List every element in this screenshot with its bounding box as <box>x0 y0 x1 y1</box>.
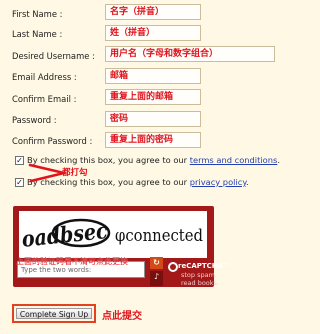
password-field[interactable]: 密码 <box>105 111 201 127</box>
email-hint: 邮箱 <box>110 71 129 81</box>
captcha-word-2: φconnected <box>115 226 203 246</box>
recaptcha-tagline-1: stop spam. <box>181 271 217 279</box>
confirm-email-label: Confirm Email : <box>12 94 77 104</box>
password-hint: 密码 <box>110 114 129 124</box>
last-name-label: Last Name : <box>12 29 63 39</box>
email-field[interactable]: 邮箱 <box>105 68 201 84</box>
captcha-distorted-text: oadbsec φconnected <box>21 218 204 253</box>
captcha-input-placeholder: Type the two words: <box>21 266 92 274</box>
first-name-label: First Name : <box>12 9 63 19</box>
terms-checkbox[interactable]: ✓ <box>15 156 24 165</box>
confirm-email-hint: 重复上面的邮箱 <box>110 92 174 102</box>
confirm-email-field[interactable]: 重复上面的邮箱 <box>105 89 201 105</box>
complete-signup-button[interactable]: Complete Sign Up <box>16 308 92 319</box>
username-hint: 用户名（字母和数字组合） <box>110 49 219 59</box>
recaptcha-logo-icon <box>168 262 178 272</box>
confirm-password-label: Confirm Password : <box>12 136 93 146</box>
first-name-hint: 名字（拼音） <box>110 7 165 17</box>
recaptcha-brand: reCAPTCHA™ <box>178 262 231 270</box>
recaptcha-tagline-2: read books. <box>181 279 220 287</box>
username-label: Desired Username : <box>12 51 95 61</box>
captcha-image: oadbsec φconnected <box>19 211 207 258</box>
privacy-checkbox[interactable]: ✓ <box>15 178 24 187</box>
first-name-field[interactable]: 名字（拼音） <box>105 4 201 20</box>
privacy-link[interactable]: privacy policy <box>190 177 246 187</box>
check-hint: 都打勾 <box>62 168 88 178</box>
audio-captcha-icon[interactable]: ♪ <box>150 271 163 283</box>
email-label: Email Address : <box>12 72 77 82</box>
confirm-password-field[interactable]: 重复上面的密码 <box>105 132 201 148</box>
captcha-hint: 上面的验证码看不清可点此更换 <box>16 257 128 266</box>
last-name-hint: 姓（拼音） <box>110 28 156 38</box>
username-field[interactable]: 用户名（字母和数字组合） <box>105 46 275 62</box>
last-name-field[interactable]: 姓（拼音） <box>105 25 201 41</box>
help-captcha-icon[interactable] <box>150 283 163 286</box>
complete-signup-button-frame[interactable]: Complete Sign Up <box>12 304 96 323</box>
submit-hint: 点此提交 <box>102 311 142 322</box>
arrow-annotation-icon <box>28 163 66 183</box>
confirm-password-hint: 重复上面的密码 <box>110 135 174 145</box>
password-label: Password : <box>12 115 57 125</box>
refresh-captcha-icon[interactable]: ↻ <box>150 257 163 269</box>
terms-link[interactable]: terms and conditions <box>190 155 278 165</box>
